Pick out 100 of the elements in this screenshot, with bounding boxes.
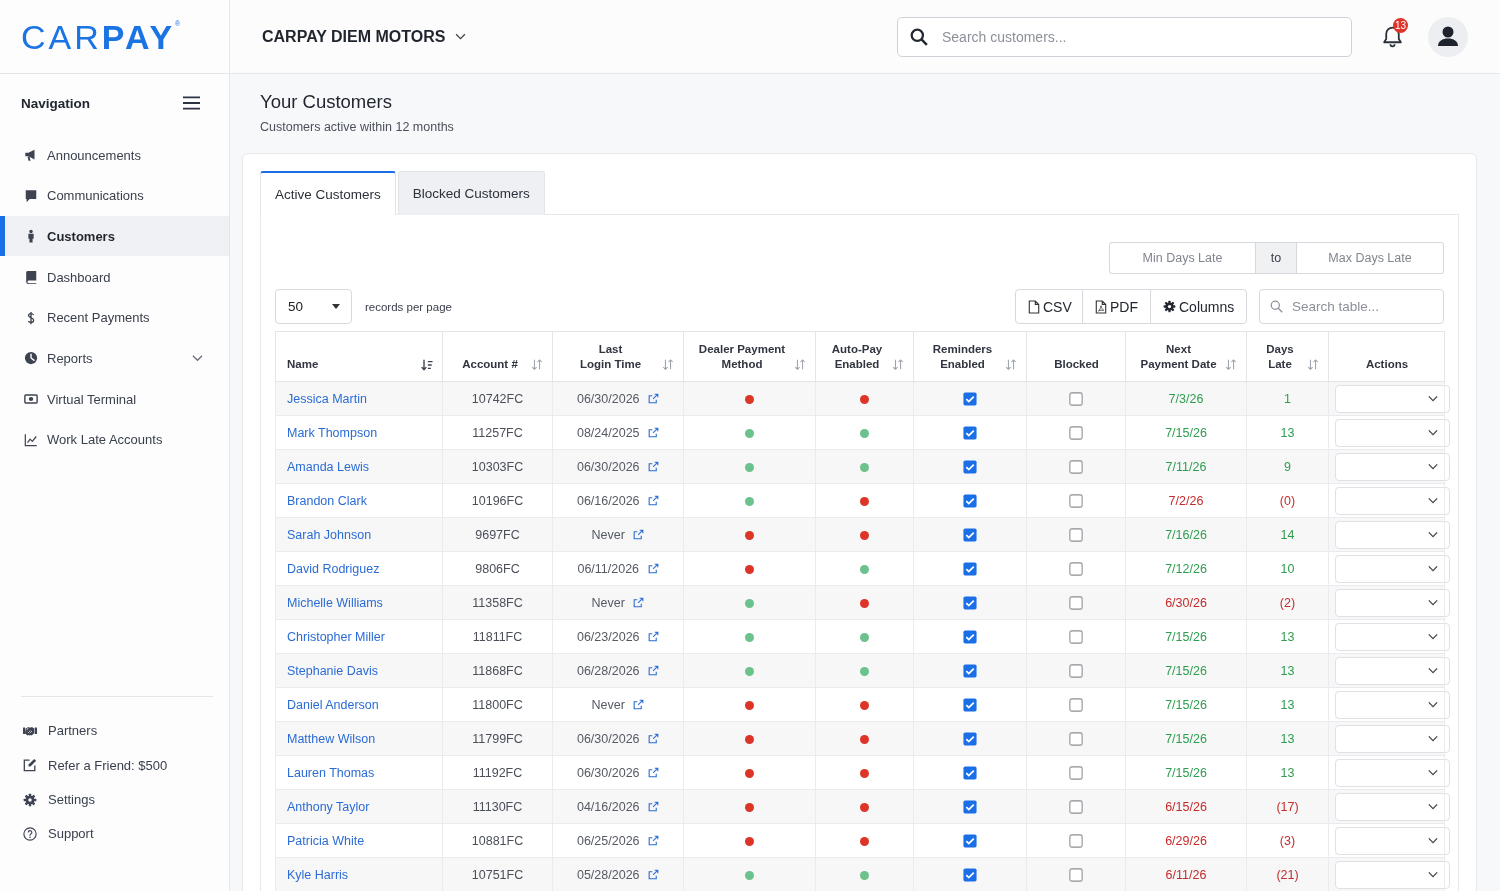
checkbox[interactable] xyxy=(963,595,977,610)
checkbox[interactable] xyxy=(963,731,977,746)
min-days-field[interactable]: Min Days Late xyxy=(1109,242,1255,274)
external-link-icon[interactable] xyxy=(648,494,659,506)
logo[interactable]: CARPAY$^{®}$ xyxy=(21,19,181,54)
checkbox[interactable] xyxy=(1069,867,1083,882)
nav-item[interactable]: Recent Payments xyxy=(0,297,229,338)
actions-select[interactable] xyxy=(1335,724,1450,753)
customer-name-link[interactable]: Patricia White xyxy=(287,833,365,848)
nav-item[interactable]: Support xyxy=(21,816,213,851)
checkbox[interactable] xyxy=(1069,731,1083,746)
column-header[interactable]: Auto-Pay Enabled xyxy=(815,331,914,382)
checkbox[interactable] xyxy=(1069,629,1083,644)
column-header[interactable]: Reminders Enabled xyxy=(913,331,1027,382)
nav-item[interactable]: Announcements xyxy=(0,135,229,175)
sort-icon[interactable] xyxy=(1005,359,1017,371)
nav-item[interactable]: Partners xyxy=(21,713,213,749)
chevron-icon[interactable] xyxy=(192,354,203,363)
sort-ascending-icon[interactable] xyxy=(421,359,433,371)
external-link-icon[interactable] xyxy=(648,868,659,880)
column-header[interactable]: Account # xyxy=(442,331,553,382)
external-link-icon[interactable] xyxy=(648,766,659,778)
tab[interactable]: Blocked Customers xyxy=(397,171,545,215)
checkbox[interactable] xyxy=(1069,391,1083,406)
external-link-icon[interactable] xyxy=(647,562,659,574)
search-field[interactable]: Search customers... xyxy=(897,16,1352,57)
external-link-icon[interactable] xyxy=(648,800,659,812)
checkbox[interactable] xyxy=(963,867,977,882)
sort-icon[interactable] xyxy=(794,359,806,371)
actions-select[interactable] xyxy=(1335,690,1450,719)
column-header[interactable]: Last Login Time xyxy=(552,331,684,382)
checkbox[interactable] xyxy=(1069,493,1083,508)
sort-icon[interactable] xyxy=(531,359,543,371)
checkbox[interactable] xyxy=(963,493,977,508)
checkbox[interactable] xyxy=(1069,459,1083,474)
column-header[interactable]: Next Payment Date xyxy=(1125,331,1247,382)
external-link-icon[interactable] xyxy=(633,698,645,710)
external-link-icon[interactable] xyxy=(648,732,659,744)
external-link-icon[interactable] xyxy=(648,392,659,404)
external-link-icon[interactable] xyxy=(633,528,645,540)
column-header[interactable]: Days Late xyxy=(1246,331,1329,382)
column-header[interactable]: Name xyxy=(275,331,443,382)
actions-select[interactable] xyxy=(1335,656,1450,685)
checkbox[interactable] xyxy=(963,697,977,712)
avatar-icon[interactable] xyxy=(1428,16,1468,57)
actions-select[interactable] xyxy=(1335,860,1450,889)
checkbox[interactable] xyxy=(963,833,977,848)
menu-icon[interactable] xyxy=(183,96,200,110)
nav-item[interactable]: Dashboard xyxy=(0,257,229,298)
table-search-field[interactable]: Search table... xyxy=(1259,289,1444,324)
csv-button[interactable]: CSV xyxy=(1015,289,1083,324)
nav-item[interactable]: Settings xyxy=(21,782,213,817)
actions-select[interactable] xyxy=(1335,588,1450,617)
checkbox[interactable] xyxy=(963,799,977,814)
actions-select[interactable] xyxy=(1335,486,1450,515)
checkbox[interactable] xyxy=(963,527,977,542)
nav-item[interactable]: Customers xyxy=(0,216,229,257)
columns-button[interactable]: Columns xyxy=(1150,289,1247,324)
checkbox[interactable] xyxy=(1069,425,1083,440)
checkbox[interactable] xyxy=(963,629,977,644)
sort-icon[interactable] xyxy=(892,359,904,371)
checkbox[interactable] xyxy=(1069,663,1083,678)
max-days-field[interactable]: Max Days Late xyxy=(1297,242,1444,274)
customer-name-link[interactable]: Kyle Harris xyxy=(287,867,349,882)
actions-select[interactable] xyxy=(1335,792,1450,821)
checkbox[interactable] xyxy=(1069,833,1083,848)
nav-item[interactable]: Virtual Terminal xyxy=(0,379,229,420)
external-link-icon[interactable] xyxy=(648,664,659,676)
nav-item[interactable]: Reports xyxy=(0,338,229,379)
checkbox[interactable] xyxy=(1069,561,1083,576)
checkbox[interactable] xyxy=(1069,527,1083,542)
tab[interactable]: Active Customers xyxy=(260,171,396,215)
page-size-select[interactable]: 50 xyxy=(275,289,352,324)
sort-icon[interactable] xyxy=(1307,359,1319,371)
actions-select[interactable] xyxy=(1335,452,1450,481)
column-header[interactable]: Dealer Payment Method xyxy=(683,331,816,382)
checkbox[interactable] xyxy=(1069,697,1083,712)
actions-select[interactable] xyxy=(1335,520,1450,549)
sort-icon[interactable] xyxy=(1225,359,1237,371)
actions-select[interactable] xyxy=(1335,622,1450,651)
external-link-icon[interactable] xyxy=(648,834,659,846)
nav-item[interactable]: Work Late Accounts xyxy=(0,419,229,460)
actions-select[interactable] xyxy=(1335,418,1450,447)
checkbox[interactable] xyxy=(963,425,977,440)
checkbox[interactable] xyxy=(1069,799,1083,814)
checkbox[interactable] xyxy=(963,663,977,678)
checkbox[interactable] xyxy=(963,459,977,474)
actions-select[interactable] xyxy=(1335,554,1450,583)
pdf-button[interactable]: PDF xyxy=(1082,289,1151,324)
nav-item[interactable]: Refer a Friend: $500 xyxy=(21,748,213,783)
checkbox[interactable] xyxy=(1069,765,1083,780)
checkbox[interactable] xyxy=(963,561,977,576)
sort-icon[interactable] xyxy=(662,359,674,371)
checkbox[interactable] xyxy=(1069,595,1083,610)
external-link-icon[interactable] xyxy=(648,426,659,438)
actions-select[interactable] xyxy=(1335,758,1450,787)
external-link-icon[interactable] xyxy=(648,460,659,472)
checkbox[interactable] xyxy=(963,391,977,406)
nav-item[interactable]: Communications xyxy=(0,175,229,216)
dealer-selector[interactable]: CARPAY DIEM MOTORS xyxy=(262,27,467,46)
